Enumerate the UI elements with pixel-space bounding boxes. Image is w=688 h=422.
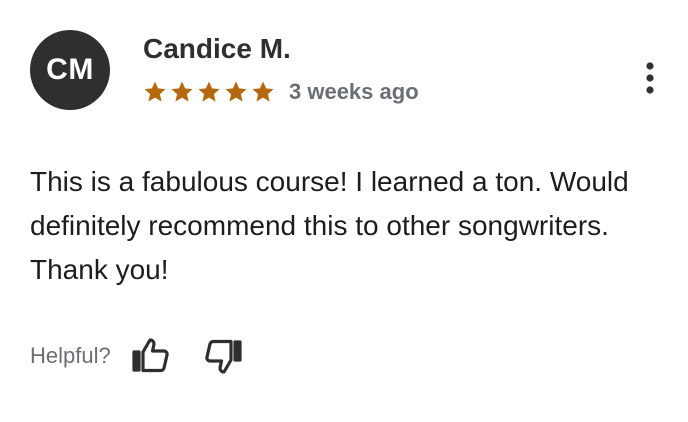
- review-card: CM Candice M. 3 weeks ago This is a fabu…: [0, 0, 688, 422]
- star-icon: [171, 81, 193, 102]
- avatar: CM: [30, 30, 110, 110]
- thumbs-down-icon: [205, 339, 242, 374]
- more-vertical-icon: [646, 62, 654, 94]
- review-date: 3 weeks ago: [289, 79, 419, 104]
- avatar-initials: CM: [46, 53, 94, 86]
- star-rating: [143, 80, 278, 104]
- more-options-button[interactable]: [630, 56, 670, 100]
- thumbs-down-button[interactable]: [201, 334, 245, 378]
- star-icon: [198, 81, 220, 102]
- star-icon: [225, 81, 247, 102]
- rating-row: 3 weeks ago: [143, 77, 419, 107]
- review-text: This is a fabulous course! I learned a t…: [30, 166, 629, 285]
- thumbs-up-button[interactable]: [129, 334, 173, 378]
- star-icon: [144, 81, 166, 102]
- star-icon: [252, 81, 274, 102]
- thumbs-up-icon: [132, 338, 169, 373]
- reviewer-name: Candice M.: [143, 33, 291, 64]
- helpful-row: Helpful?: [30, 336, 245, 376]
- helpful-label: Helpful?: [30, 343, 111, 368]
